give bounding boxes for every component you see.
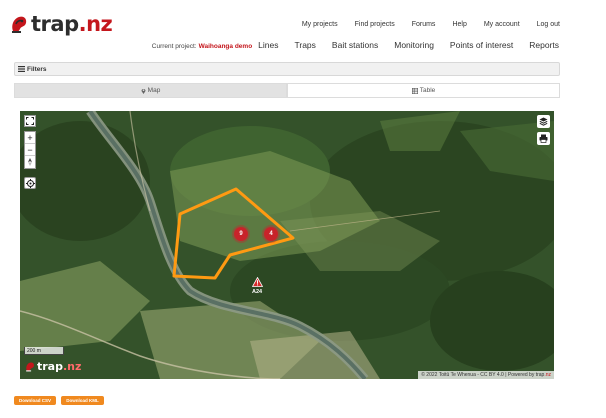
current-project-name[interactable]: Waihoanga demo <box>199 43 253 50</box>
locate-button[interactable] <box>24 177 36 189</box>
nav-reports[interactable]: Reports <box>529 40 559 50</box>
printer-icon <box>539 134 548 143</box>
view-tabs: Map Table <box>14 83 560 98</box>
plus-icon: + <box>27 132 33 143</box>
project-navigation: Current project: Waihoanga demo Lines Tr… <box>152 40 559 50</box>
trap-logo-icon <box>12 16 27 33</box>
fullscreen-button[interactable] <box>24 115 36 127</box>
trap-logo-icon <box>26 362 34 372</box>
tab-map[interactable]: Map <box>14 83 287 98</box>
nav-find-projects[interactable]: Find projects <box>355 21 395 28</box>
tab-table[interactable]: Table <box>287 83 560 98</box>
layers-button[interactable] <box>537 115 550 128</box>
nav-traps[interactable]: Traps <box>295 40 316 50</box>
crosshair-icon <box>25 178 35 188</box>
trap-cluster-marker[interactable]: 9 <box>234 227 248 241</box>
map-view[interactable]: + − 9 4 A24 200 m trap.nz © 2022 Toitū T… <box>20 111 554 379</box>
nav-points-of-interest[interactable]: Points of interest <box>450 40 513 50</box>
site-logo-text: trap.nz <box>31 12 113 36</box>
layers-icon <box>539 117 548 126</box>
map-marker-icon <box>141 88 146 94</box>
nav-forums[interactable]: Forums <box>412 21 436 28</box>
tab-table-label: Table <box>419 87 436 94</box>
fullscreen-icon <box>26 117 34 125</box>
nav-lines[interactable]: Lines <box>258 40 278 50</box>
download-kml-button[interactable]: Download KML <box>61 396 104 405</box>
map-attribution: © 2022 Toitū Te Whenua - CC BY 4.0 | Pow… <box>418 371 554 379</box>
map-scale-bar: 200 m <box>24 347 64 355</box>
table-icon <box>411 87 418 94</box>
nav-my-projects[interactable]: My projects <box>302 21 338 28</box>
print-button[interactable] <box>537 132 550 145</box>
site-logo[interactable]: trap.nz <box>10 12 113 36</box>
filters-label: Filters <box>27 65 47 73</box>
trap-cluster-marker[interactable]: 4 <box>264 227 278 241</box>
tab-map-label: Map <box>147 87 161 94</box>
nav-my-account[interactable]: My account <box>484 21 520 28</box>
nav-help[interactable]: Help <box>452 21 466 28</box>
trap-warning-icon[interactable] <box>252 277 263 287</box>
trap-label: A24 <box>252 289 263 295</box>
nav-monitoring[interactable]: Monitoring <box>394 40 434 50</box>
zoom-in-button[interactable]: + <box>25 132 35 144</box>
filter-list-icon <box>18 66 25 72</box>
compass-icon <box>28 158 32 166</box>
satellite-imagery <box>20 111 554 379</box>
reset-rotation-button[interactable] <box>25 156 35 168</box>
nav-bait-stations[interactable]: Bait stations <box>332 40 378 50</box>
zoom-controls: + − <box>24 131 36 169</box>
map-logo-text: trap.nz <box>37 360 82 373</box>
filters-panel-header[interactable]: Filters <box>14 62 560 76</box>
current-project-label: Current project: <box>151 43 197 50</box>
zoom-out-button[interactable]: − <box>25 144 35 156</box>
nav-log-out[interactable]: Log out <box>537 21 560 28</box>
download-csv-button[interactable]: Download CSV <box>14 396 56 405</box>
map-watermark-logo: trap.nz <box>25 360 81 373</box>
minus-icon: − <box>27 144 33 155</box>
top-navigation: My projects Find projects Forums Help My… <box>302 21 560 28</box>
